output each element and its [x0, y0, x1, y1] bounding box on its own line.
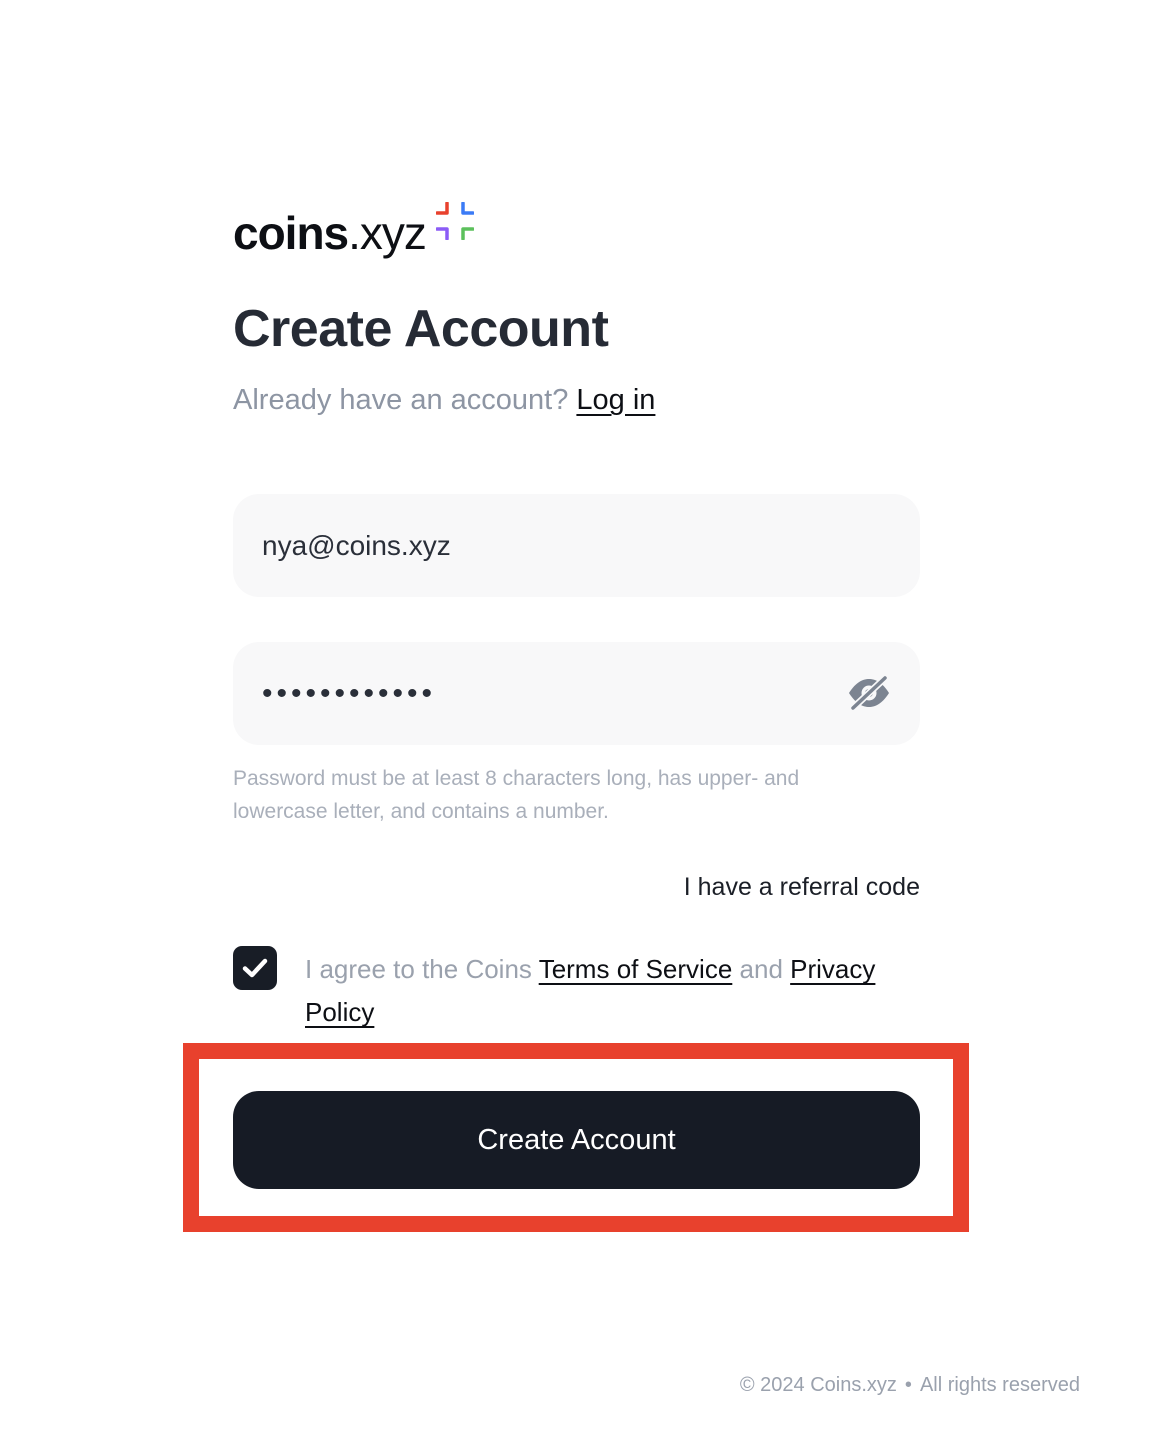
login-prompt: Already have an account? Log in: [233, 380, 655, 420]
footer-separator: •: [904, 1374, 912, 1396]
login-prompt-text: Already have an account?: [233, 384, 569, 416]
terms-text: I agree to the Coins Terms of Service an…: [305, 948, 915, 1034]
terms-prefix: I agree to the Coins: [305, 954, 532, 984]
logo-wordmark-light: .xyz: [348, 207, 427, 259]
footer-rights: All rights reserved: [919, 1374, 1080, 1396]
referral-code-link[interactable]: I have a referral code: [684, 868, 920, 906]
footer: © 2024 Coins.xyz • All rights reserved: [740, 1370, 1080, 1400]
terms-and: and: [739, 954, 783, 984]
password-field[interactable]: [233, 642, 920, 745]
email-field[interactable]: [233, 494, 920, 597]
logo-wordmark-bold: coins: [233, 207, 349, 259]
footer-copyright: © 2024 Coins.xyz: [739, 1374, 897, 1396]
terms-checkbox[interactable]: [233, 946, 277, 990]
logo-wordmark: coins.xyz: [233, 198, 427, 268]
email-field-container: [233, 494, 920, 597]
login-link[interactable]: Log in: [576, 384, 655, 416]
logo-mark-icon: [435, 202, 474, 240]
create-account-button[interactable]: Create Account: [233, 1091, 920, 1189]
checkmark-icon: [242, 958, 268, 978]
brand-logo: coins.xyz: [233, 198, 474, 268]
password-hint: Password must be at least 8 characters l…: [233, 767, 800, 823]
terms-of-service-link[interactable]: Terms of Service: [539, 954, 733, 984]
eye-slash-icon[interactable]: [846, 675, 892, 711]
page-title: Create Account: [233, 300, 609, 358]
password-field-container: [233, 642, 920, 745]
